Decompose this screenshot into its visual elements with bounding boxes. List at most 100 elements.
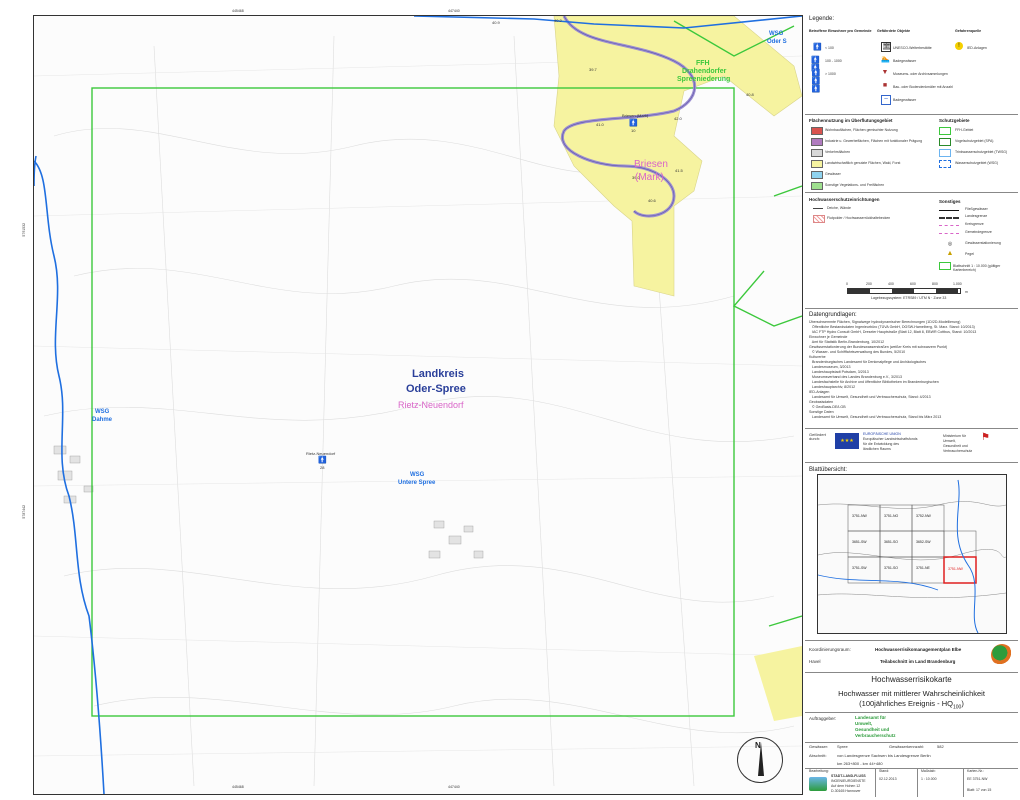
company-logo-icon	[809, 777, 827, 791]
fn-swatch-gewaesser	[811, 171, 823, 179]
auftraggeber-value: Gesundheit und	[855, 727, 890, 732]
fn-landwirtschaft: Landwirtschaftlich genutzte Flächen, Wal…	[825, 161, 901, 165]
gewaesser-label: Gewässer:	[809, 744, 829, 749]
sonst-swatch-landesgrenze	[939, 217, 959, 219]
person-icon: 🚹	[813, 44, 822, 51]
fn-wohnbau: Wohnbauflächen, Flächen gemischter Nutzu…	[825, 128, 898, 132]
label-briesen: Briesen	[634, 159, 668, 170]
hws-swatch-deich	[813, 208, 823, 209]
fn-swatch-verkehr	[811, 149, 823, 157]
einwohner-large: > 1000	[825, 72, 836, 76]
water-level: 40.8	[746, 92, 755, 97]
coord-side-upper: 5791532	[22, 222, 27, 237]
objekt-museum: Museums- oder Archivsammlungen	[893, 72, 948, 76]
company-address: D-30165 Hannover	[831, 789, 861, 793]
label-rietz-neuendorf: Rietz-Neuendorf	[398, 400, 464, 410]
map-area[interactable]: 40.9 40.2 39.7 40.8 42.0 41.0 39.0 41.5 …	[33, 15, 803, 795]
objekt-bade: Badegewässer	[893, 59, 917, 63]
scale-tick: 600	[910, 282, 916, 286]
sonst-swatch-kreisgrenze	[939, 225, 959, 226]
sg-twsg: Trinkwasserschutzgebiet (TWSG)	[955, 150, 1008, 154]
label-wsg-dahme-name: Dahme	[92, 417, 113, 423]
ministry-text: Ministerium für	[943, 434, 966, 438]
station-icon: ◎	[947, 241, 953, 247]
einwohner-medium: 100 - 1000	[825, 59, 842, 63]
water-level: 41.5	[675, 168, 684, 173]
hws-title: Hochwasserschutzeinrichtungen	[809, 197, 880, 202]
sg-swatch-wsg	[939, 160, 951, 168]
datengrundlagen-title: Datengrundlagen:	[809, 312, 857, 318]
overview-tile-label: 3652-SW	[916, 540, 931, 544]
plan-title: Hochwasserrisikomanagementplan Elbe	[875, 647, 962, 652]
crowd-icon: 🚹🚹🚹	[811, 70, 821, 93]
water-level: 40.2	[554, 18, 563, 23]
overview-map[interactable]: 3751-NW 3751-NO 3752-NW 3651-SW 3651-SO …	[817, 474, 1007, 634]
quelle-ied: IED-Anlagen	[967, 46, 987, 50]
scale-bar	[847, 288, 961, 294]
pegel-briesen-name: Briesen (Mark)	[622, 113, 649, 118]
stand-value: 02.12.2013	[879, 777, 897, 781]
sg-swatch-ffh	[939, 127, 951, 135]
fn-swatch-wohnbau	[811, 127, 823, 135]
coord-top-left: 445468	[232, 9, 244, 13]
auftraggeber-value: Verbraucherschutz	[855, 733, 896, 738]
lugv-logo-icon	[991, 644, 1013, 666]
label-wsg-oder-name: Oder S	[767, 39, 787, 45]
pegel-icon: ▲	[946, 250, 954, 257]
coord-top-right: 447440	[448, 9, 460, 13]
eu-text: EUROPÄISCHE UNION	[863, 432, 901, 436]
water-level: 41.0	[596, 122, 605, 127]
abschnitt-value: von Landesgrenze Sachsen bis Landesgrenz…	[837, 753, 931, 758]
label-wsg-dahme: WSG	[95, 409, 110, 415]
stand-label: Stand:	[879, 769, 890, 773]
ministry-text: Umwelt,	[943, 439, 956, 443]
datengrundlagen-line: Landesamt für Umwelt, Gesundheit und Ver…	[809, 415, 942, 419]
overview-tile-label: 3651-SW	[852, 540, 867, 544]
footer-divider	[963, 768, 964, 797]
objekt-denkmal: Bau- oder Bodendenkmäler mit Anzahl	[893, 85, 953, 89]
north-letter: N	[755, 741, 761, 750]
label-ffh-name-1: Drahendorfer	[682, 68, 727, 75]
title-hq-end: )	[961, 699, 964, 708]
overview-tile-label: 3651-SO	[884, 540, 899, 544]
coord-bottom-right: 447440	[448, 785, 460, 789]
rietz-pin-name: Rietz-Neuendorf	[306, 451, 336, 456]
sonst-swatch-fliess	[939, 210, 959, 211]
map-title: Hochwasserrisikokarte	[871, 675, 952, 684]
sg-swatch-twsg	[939, 149, 951, 157]
funding-label: Gefördert durch:	[809, 432, 826, 441]
coordination-value: Havel	[809, 659, 821, 664]
fn-swatch-industrie	[811, 138, 823, 146]
overview-tile-label: 3752-NW	[916, 514, 931, 518]
overview-tile-label: 3751-NO	[884, 514, 899, 518]
company-name: INGENIEURDIENSTE	[831, 779, 866, 783]
scale-tick: 0	[846, 282, 848, 286]
gewaesserkennzahl-label: Gewässerkennzahl:	[889, 744, 925, 749]
col-quelle: Gefahrenquelle	[955, 29, 982, 33]
sonst-pegel: Pegel	[965, 252, 974, 256]
abschnitt-label: Abschnitt:	[809, 753, 827, 758]
ministry-text: Gesundheit und	[943, 444, 968, 448]
fn-gewaesser: Gewässer	[825, 172, 841, 176]
denkmal-icon: ■	[882, 82, 888, 89]
unesco-icon: 🏛	[881, 42, 891, 52]
col-objekte: Gefährdete Objekte	[877, 29, 911, 33]
settlements	[53, 205, 664, 559]
label-mark: (Mark)	[635, 172, 664, 183]
map-subtitle-2: (100jährliches Ereignis - HQ100)	[805, 700, 1018, 711]
fn-verkehr: Verkehrsflächen	[825, 150, 851, 154]
label-wsg-oder: WSG	[769, 31, 784, 37]
overview-tile-label: 3751-NW	[852, 514, 867, 518]
flaechennutzung-title: Flächennutzung im Überflutungsgebiet	[809, 118, 893, 123]
rietz-pin-value: 28	[320, 465, 325, 470]
water-level: 39.7	[589, 67, 598, 72]
overview-current-tile: 3751-NW	[948, 567, 963, 571]
objekt-bade-2: Badegewässer	[893, 98, 917, 102]
legend-panel: Legende: Betroffene Einwohner pro Gemein…	[737, 12, 1018, 797]
legend-title: Legende:	[809, 16, 835, 22]
bath-icon: ~	[881, 95, 891, 105]
label-landkreis: Landkreis	[412, 368, 464, 380]
sonst-gemeindegrenze: Gemeindegrenze	[965, 230, 992, 234]
label-oder-spree: Oder-Spree	[406, 383, 466, 395]
sonst-kreisgrenze: Kreisgrenze	[965, 222, 984, 226]
